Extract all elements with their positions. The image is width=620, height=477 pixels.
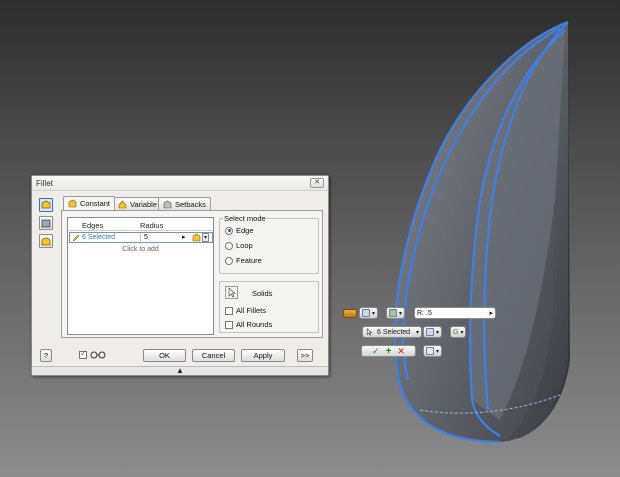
mini-toolbar-select-mode-dropdown[interactable]: ▾ bbox=[386, 307, 406, 319]
click-to-add-row[interactable]: Click to add bbox=[68, 246, 213, 253]
cursor-icon bbox=[366, 328, 373, 336]
glasses-icon bbox=[90, 351, 106, 359]
check-icon[interactable]: ✓ bbox=[372, 346, 380, 357]
select-mode-label: Select mode bbox=[223, 214, 267, 223]
edges-radius-grid[interactable]: Edges Radius 6 Selected 5 ▸ ▾ Click to a… bbox=[67, 217, 214, 335]
select-mode-icon bbox=[389, 309, 397, 317]
radio-button[interactable] bbox=[225, 226, 233, 235]
chevron-down-icon: ▾ bbox=[415, 329, 419, 336]
mini-toolbar-smooth-dropdown[interactable]: G ▾ bbox=[450, 326, 467, 338]
chevron-down-icon: ▾ bbox=[399, 310, 403, 317]
options-icon bbox=[426, 347, 434, 355]
face-fillet-icon bbox=[41, 218, 51, 228]
smooth-transition-icon: G bbox=[453, 328, 459, 336]
cursor-icon bbox=[228, 287, 236, 298]
radio-label: Loop bbox=[236, 241, 253, 250]
full-round-fillet-icon bbox=[41, 237, 51, 246]
column-header-edges: Edges bbox=[82, 221, 104, 230]
preview-toggle[interactable] bbox=[79, 349, 106, 359]
checkbox-label: All Rounds bbox=[236, 320, 273, 329]
close-icon: ✕ bbox=[314, 179, 320, 186]
tab-label: Constant bbox=[80, 199, 111, 208]
solids-group: Solids All Fillets All Rounds bbox=[219, 281, 319, 333]
mini-toolbar-selection-dropdown[interactable]: 6 Selected ▾ bbox=[362, 326, 422, 338]
face-fillet-button[interactable] bbox=[39, 216, 53, 230]
help-button[interactable]: ? bbox=[40, 349, 52, 362]
fillet-shape-icon bbox=[192, 233, 201, 242]
dialog-footer-strip[interactable]: ▲ bbox=[32, 366, 328, 375]
radio-button[interactable] bbox=[225, 256, 233, 265]
chevron-down-icon: ▾ bbox=[460, 329, 464, 336]
constant-panel: Edges Radius 6 Selected 5 ▸ ▾ Click to a… bbox=[61, 210, 323, 338]
tab-constant[interactable]: Constant bbox=[63, 196, 116, 210]
checkbox-label: All Fillets bbox=[236, 306, 267, 315]
mini-toolbar-shape-dropdown[interactable]: ▾ bbox=[359, 307, 379, 319]
tab-label: Setbacks bbox=[175, 199, 206, 209]
radio-loop[interactable]: Loop bbox=[225, 241, 253, 250]
fillet-shape-dropdown[interactable]: ▾ bbox=[192, 233, 212, 242]
selection-count: 6 Selected bbox=[377, 328, 411, 336]
help-icon: ? bbox=[43, 351, 49, 360]
radio-feature[interactable]: Feature bbox=[225, 256, 262, 265]
edge-fillet-icon bbox=[41, 200, 51, 209]
mini-toolbar-actions: ✓ + ✕ bbox=[361, 345, 416, 357]
radio-edge[interactable]: Edge bbox=[225, 226, 254, 235]
variable-icon bbox=[118, 200, 127, 208]
radius-value: 5 bbox=[144, 234, 148, 241]
checkbox-all-fillets[interactable]: All Fillets bbox=[225, 306, 266, 315]
setbacks-icon bbox=[163, 200, 172, 208]
tab-variable[interactable]: Variable bbox=[113, 197, 162, 210]
cancel-x-icon[interactable]: ✕ bbox=[397, 346, 405, 357]
radius-input[interactable]: R: .5 ▸ bbox=[414, 307, 496, 319]
select-mode-group: Select mode Edge Loop Feature bbox=[219, 214, 319, 274]
checkbox[interactable] bbox=[225, 306, 233, 315]
more-options-button[interactable]: >> bbox=[297, 349, 313, 362]
chevron-down-icon: ▾ bbox=[202, 233, 210, 242]
cancel-button[interactable]: Cancel bbox=[192, 349, 235, 362]
dialog-titlebar[interactable]: Fillet ✕ bbox=[32, 176, 328, 191]
fillet-shape-icon bbox=[362, 309, 370, 317]
ok-button[interactable]: OK bbox=[143, 349, 186, 362]
dialog-title: Fillet bbox=[36, 179, 53, 188]
pencil-icon bbox=[72, 234, 80, 242]
apply-button[interactable]: Apply bbox=[241, 349, 285, 362]
edge-selection-cell[interactable]: 6 Selected bbox=[82, 234, 115, 241]
preview-checkbox[interactable] bbox=[79, 349, 87, 359]
arrow-right-icon[interactable]: ▸ bbox=[182, 233, 186, 241]
fillet-part-model[interactable] bbox=[393, 20, 570, 444]
solids-select-button[interactable] bbox=[225, 286, 238, 299]
arrow-right-icon[interactable]: ▸ bbox=[489, 309, 493, 317]
solids-label: Solids bbox=[252, 289, 273, 298]
checkbox-all-rounds[interactable]: All Rounds bbox=[225, 320, 272, 329]
constant-icon bbox=[68, 199, 77, 208]
radius-value: .5 bbox=[426, 309, 432, 317]
plus-icon[interactable]: + bbox=[386, 346, 392, 357]
fillet-dialog: Fillet ✕ Constant Variable Setbacks Edge… bbox=[31, 175, 329, 376]
close-button[interactable]: ✕ bbox=[310, 178, 324, 188]
radio-button[interactable] bbox=[225, 241, 233, 250]
mini-toolbar-grip[interactable] bbox=[343, 309, 357, 318]
radius-label: R: bbox=[417, 309, 424, 317]
tab-setbacks[interactable]: Setbacks bbox=[158, 197, 211, 210]
column-header-radius: Radius bbox=[140, 221, 164, 230]
chevron-down-icon: ▾ bbox=[436, 329, 440, 336]
radio-label: Feature bbox=[236, 256, 262, 265]
chevron-down-icon: ▾ bbox=[436, 348, 440, 355]
edge-fillet-button[interactable] bbox=[39, 198, 53, 212]
mini-toolbar-chain-dropdown[interactable]: ▾ bbox=[423, 326, 443, 338]
chain-edges-icon bbox=[426, 328, 434, 336]
tab-label: Variable bbox=[130, 199, 157, 209]
triangle-up-icon[interactable]: ▲ bbox=[176, 366, 184, 375]
table-row[interactable]: 6 Selected 5 ▸ ▾ bbox=[69, 232, 213, 243]
radio-label: Edge bbox=[236, 226, 254, 235]
chevron-down-icon: ▾ bbox=[372, 310, 376, 317]
mini-toolbar-options-dropdown[interactable]: ▾ bbox=[423, 345, 443, 357]
full-round-fillet-button[interactable] bbox=[39, 234, 53, 248]
checkbox[interactable] bbox=[225, 320, 233, 329]
